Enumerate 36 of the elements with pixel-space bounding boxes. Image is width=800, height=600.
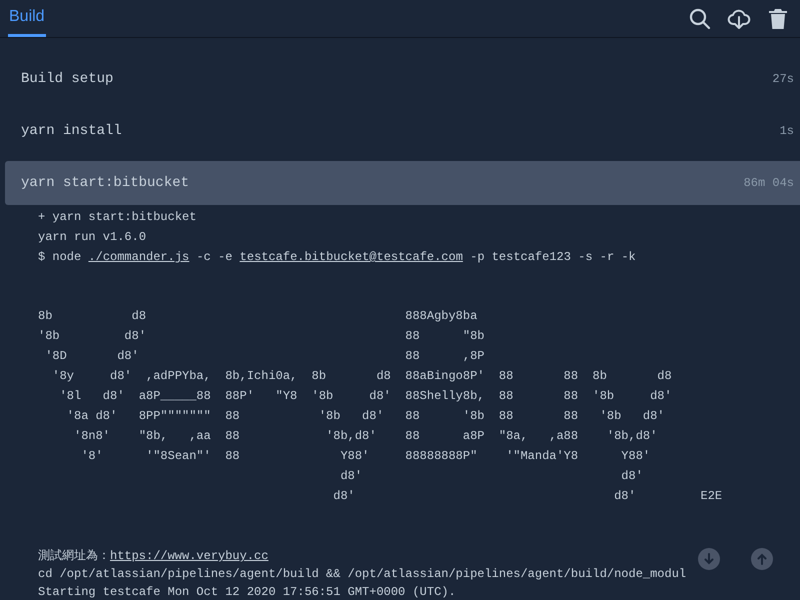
log-text: 測試網址為： — [38, 549, 110, 563]
cloud-download-icon[interactable] — [727, 6, 751, 30]
ascii-art-line: d8' d8' — [339, 468, 644, 485]
log-text: -c -e — [195, 250, 234, 264]
ascii-art-line: '8l d8' a8P_____88 88P' "Y8 '8b d8' 88Shelly8b, 88 88 '8b d8' — [58, 388, 673, 405]
tab[interactable]: Build — [8, 0, 46, 37]
step-duration: 1s — [780, 124, 794, 138]
log-line: + yarn start:bitbucket — [38, 209, 198, 226]
ascii-art-line: d8' d8' E2E — [332, 488, 724, 505]
log-text: -p testcafe123 -s -r -k — [469, 250, 636, 264]
arrow-up-icon — [756, 553, 768, 565]
ascii-art-line: '8D d8' 88 ,8P — [44, 348, 486, 365]
build-step-row[interactable]: yarn install 1s — [5, 109, 800, 153]
log-link[interactable]: https://www.verybuy.cc — [110, 549, 268, 563]
log-line: yarn run v1.6.0 — [38, 229, 148, 246]
search-icon[interactable] — [688, 6, 712, 30]
step-duration: 27s — [772, 72, 794, 86]
log-line: cd /opt/atlassian/pipelines/agent/build && /opt/atlassian/pipelines/agent/build/node_modul — [38, 566, 688, 583]
step-name: yarn start:bitbucket — [21, 175, 190, 191]
ascii-art-line: '8n8' "8b, ,aa 88 '8b,d8' 88 a8P "8a, ,a88 '8b,d8' — [73, 428, 658, 445]
ascii-art-line: '8' '"8Sean"' 88 Y88' 88888888P" '"Manda'Y8 Y88' — [80, 448, 652, 465]
ascii-art-line: 8b d8 888Agby8ba — [38, 308, 478, 325]
log-line: Starting testcafe Mon Oct 12 2020 17:56:51 GMT+0000 (UTC). — [38, 584, 457, 600]
build-step-row[interactable]: yarn start:bitbucket 86m 04s — [5, 161, 800, 205]
ascii-art-line: '8a d8' 8PP""""""" 88 '8b d8' 88 '8b 88 88 '8b d8' — [66, 408, 666, 425]
build-step-row[interactable]: Build setup 27s — [5, 57, 800, 101]
ascii-art-line: '8y d8' ,adPPYba, 8b,Ichi0a, 8b d8 88aBingo8P' 88 88 8b d8 — [51, 368, 673, 385]
trash-icon[interactable] — [766, 6, 790, 30]
arrow-down-icon — [703, 553, 715, 565]
step-name: yarn install — [21, 123, 122, 139]
step-name: Build setup — [21, 71, 114, 87]
ascii-art-line: '8b d8' 88 "8b — [38, 328, 486, 345]
step-duration: 86m 04s — [744, 176, 794, 190]
log-link[interactable]: ./commander.js — [88, 250, 190, 264]
log-link[interactable]: testcafe.bitbucket@testcafe.com — [240, 250, 463, 264]
log-text: $ node — [38, 250, 82, 264]
